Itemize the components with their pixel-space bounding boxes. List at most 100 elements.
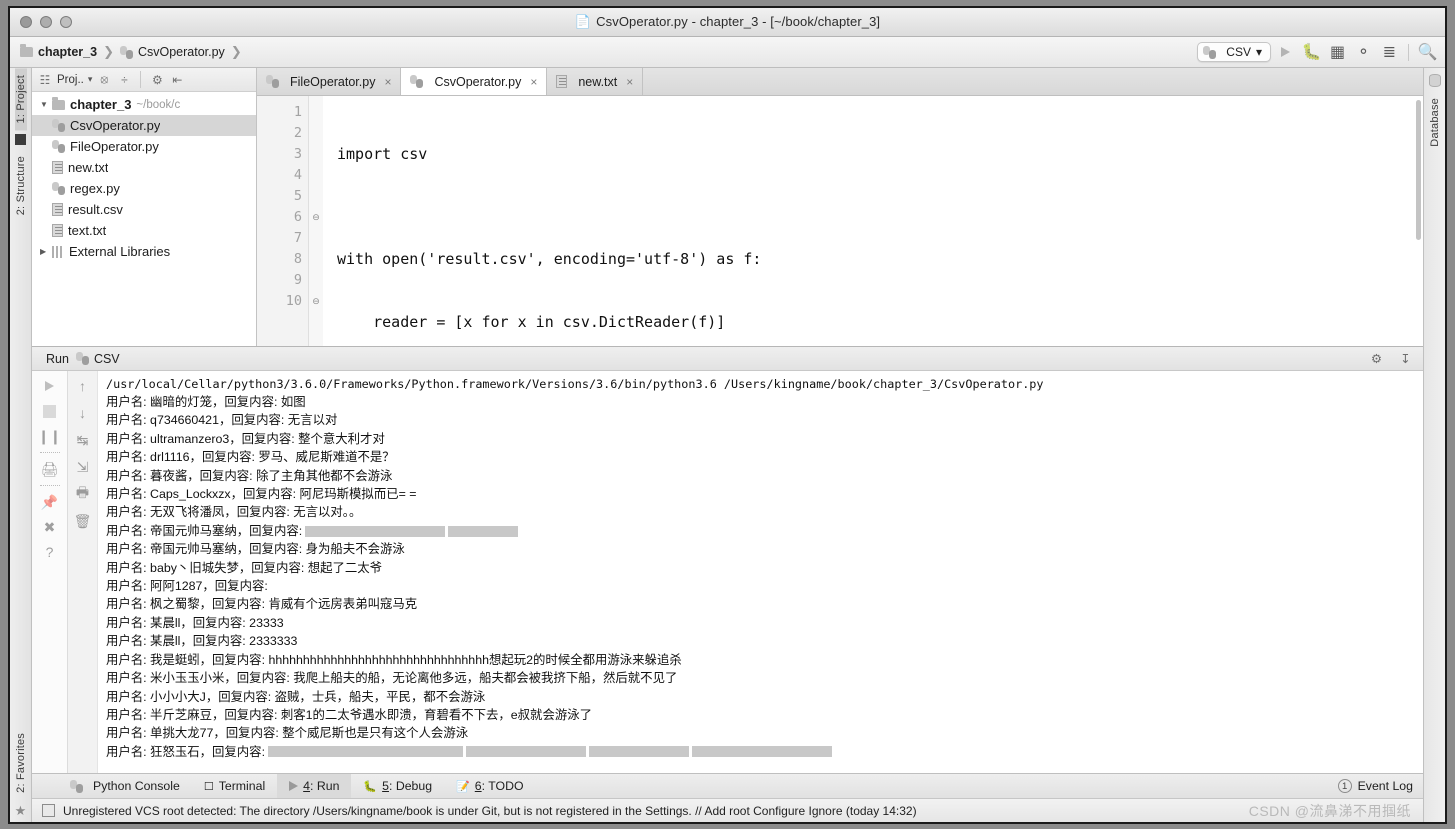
soft-wrap-icon[interactable]: ↹ <box>74 431 92 449</box>
chevron-down-icon: ▾ <box>1255 45 1262 59</box>
run-actions-toolbar: ❙❙ 🖨 📌 ✖ ? <box>32 371 68 773</box>
tree-node-texttxt[interactable]: text.txt <box>32 220 256 241</box>
console-line-text: 用户名: 米小玉玉小米，回复内容: 我爬上船夫的船，无论离他多远，船夫都会被我挤… <box>106 671 678 686</box>
close-icon[interactable]: × <box>626 75 633 89</box>
todo-icon[interactable]: ≣ <box>1378 41 1401 63</box>
console-line-text: 用户名: 狂怒玉石，回复内容: <box>106 744 266 759</box>
chevron-down-icon[interactable]: ▾ <box>88 74 93 85</box>
sidebar-item-project[interactable]: 1: Project <box>14 68 27 131</box>
bottom-tab-python-console[interactable]: Python Console <box>58 774 192 798</box>
code-line: import csv <box>337 145 428 163</box>
minimize-window-button[interactable] <box>40 16 52 28</box>
bottom-tab-label: TODO <box>488 779 524 793</box>
redacted-block <box>268 746 464 758</box>
editor-tab-csvoperator[interactable]: CsvOperator.py × <box>401 68 548 95</box>
profile-icon[interactable]: ⚬ <box>1352 41 1375 63</box>
pin-icon[interactable]: 📌 <box>41 493 59 511</box>
sidebar-item-database[interactable]: Database <box>1429 91 1441 154</box>
breadcrumb-item-chapter3[interactable]: chapter_3 <box>38 45 97 59</box>
center-column: ☷ Proj.. ▾ ⦻ ÷ ⚙ ⇤ ▼ chapter_3 ~/book/c … <box>32 68 1423 822</box>
sidebar-item-structure[interactable]: 2: Structure <box>15 149 27 222</box>
folder-icon <box>52 96 65 110</box>
close-window-button[interactable] <box>20 16 32 28</box>
fold-marker-icon[interactable]: ⊖ <box>309 207 323 228</box>
close-icon[interactable]: ✖ <box>41 518 59 536</box>
tree-node-fileoperator[interactable]: FileOperator.py <box>32 136 256 157</box>
export-icon[interactable]: ↧ <box>1394 348 1417 370</box>
right-tool-strip: Database <box>1423 68 1445 822</box>
debug-icon[interactable]: 🐛 <box>1300 41 1323 63</box>
editor-scrollbar[interactable] <box>1416 100 1421 240</box>
code-text[interactable]: import csv with open('result.csv', encod… <box>323 96 1423 346</box>
event-log-badge: 1 <box>1337 779 1352 793</box>
tree-node-path: ~/book/c <box>136 98 181 111</box>
tree-node-regex[interactable]: regex.py <box>32 178 256 199</box>
coverage-icon[interactable]: ▦ <box>1326 41 1349 63</box>
tree-node-resultcsv[interactable]: result.csv <box>32 199 256 220</box>
close-icon[interactable]: × <box>530 75 537 89</box>
close-icon[interactable]: × <box>384 75 391 89</box>
fold-end-icon[interactable]: ⊖ <box>309 291 323 312</box>
locate-icon[interactable]: ⦻ <box>96 72 112 88</box>
bottom-tab-debug[interactable]: 🐛 5: Debug <box>351 774 444 798</box>
code-line: reader = [x for x in csv.DictReader(f)] <box>337 313 726 331</box>
tree-node-external-libraries[interactable]: ▶ External Libraries <box>32 241 256 262</box>
run-configuration-selector[interactable]: CSV ▾ <box>1197 42 1271 62</box>
console-line: 用户名: 半斤芝麻豆，回复内容: 刺客1的二太爷遇水即溃，育碧看不下去，e叔就会… <box>106 706 1423 724</box>
code-area[interactable]: 1 2 3 4 5 6 7 8 9 10 ⊖ ⊖ import csv with… <box>257 96 1423 346</box>
chevron-down-icon[interactable]: ▼ <box>40 100 52 109</box>
editor-tab-fileoperator[interactable]: FileOperator.py × <box>257 68 402 95</box>
event-log-label[interactable]: Event Log <box>1358 779 1413 793</box>
print-icon[interactable]: 🖨 <box>41 460 59 478</box>
console-line-text: 用户名: 暮夜酱，回复内容: 除了主角其他都不会游泳 <box>106 468 393 483</box>
scroll-down-icon[interactable]: ↓ <box>74 404 92 422</box>
text-file-icon <box>52 161 63 174</box>
stop-icon[interactable] <box>41 402 59 420</box>
tree-node-newtxt[interactable]: new.txt <box>32 157 256 178</box>
rerun-icon[interactable] <box>41 377 59 395</box>
breadcrumb-item-file[interactable]: CsvOperator.py <box>138 45 225 59</box>
run-panel-config[interactable]: CSV <box>94 352 120 366</box>
window-controls[interactable] <box>20 16 72 28</box>
run-panel-label: Run <box>46 351 69 366</box>
console-line: 用户名: Caps_Lockxzx，回复内容: 阿尼玛斯模拟而已= = <box>106 485 1423 503</box>
bottom-tab-run[interactable]: 4: Run <box>277 774 352 798</box>
text-file-icon <box>556 75 568 88</box>
fold-gutter[interactable]: ⊖ ⊖ <box>309 96 323 346</box>
search-icon[interactable]: 🔍 <box>1416 41 1439 63</box>
status-message[interactable]: Unregistered VCS root detected: The dire… <box>63 804 917 818</box>
bottom-tab-terminal[interactable]: ☐ Terminal <box>192 774 277 798</box>
project-view-label[interactable]: Proj.. <box>57 74 84 86</box>
breadcrumb: chapter_3 ❯ CsvOperator.py ❯ <box>20 44 248 60</box>
tree-node-chapter3[interactable]: ▼ chapter_3 ~/book/c <box>32 94 256 115</box>
editor-tab-newtxt[interactable]: new.txt × <box>547 68 644 95</box>
toolbar-actions: CSV ▾ 🐛 ▦ ⚬ ≣ 🔍 <box>1197 41 1439 63</box>
console-line-text: 用户名: ultramanzero3，回复内容: 整个意大利才对 <box>106 431 385 446</box>
toolbar-separator <box>39 485 60 486</box>
python-icon <box>1203 45 1217 59</box>
help-icon[interactable]: ? <box>41 543 59 561</box>
console-line-text: 用户名: 小小小大J，回复内容: 盗贼，士兵，船夫，平民，都不会游泳 <box>106 689 486 704</box>
maximize-window-button[interactable] <box>60 16 72 28</box>
console-line: 用户名: 帝国元帅马塞纳，回复内容: 身为船夫不会游泳 <box>106 540 1423 558</box>
run-icon[interactable] <box>1274 41 1297 63</box>
settings-icon[interactable]: ⚙ <box>1365 348 1388 370</box>
python-file-icon <box>52 140 65 153</box>
scroll-to-end-icon[interactable]: ⇲ <box>74 458 92 476</box>
trash-icon[interactable]: 🗑 <box>74 512 92 530</box>
console-output[interactable]: /usr/local/Cellar/python3/3.6.0/Framewor… <box>98 371 1423 773</box>
hide-icon[interactable]: ⇤ <box>169 72 185 88</box>
bottom-tab-accel: 5 <box>382 779 389 793</box>
settings-icon[interactable]: ⚙ <box>149 72 165 88</box>
project-view-icon: ☷ <box>39 72 51 87</box>
print-console-icon[interactable]: 🖶 <box>74 484 92 503</box>
event-log-area[interactable]: 1 Event Log <box>1337 779 1423 793</box>
collapse-all-icon[interactable]: ÷ <box>116 72 132 88</box>
bottom-tab-todo[interactable]: 📝 6: TODO <box>444 774 535 798</box>
sidebar-item-favorites[interactable]: 2: Favorites <box>15 726 27 800</box>
chevron-right-icon[interactable]: ▶ <box>40 247 52 256</box>
scroll-up-icon[interactable]: ↑ <box>74 377 92 395</box>
console-command-line: /usr/local/Cellar/python3/3.6.0/Framewor… <box>106 377 1044 391</box>
pause-icon[interactable]: ❙❙ <box>38 427 61 445</box>
tree-node-csvoperator[interactable]: CsvOperator.py <box>32 115 256 136</box>
